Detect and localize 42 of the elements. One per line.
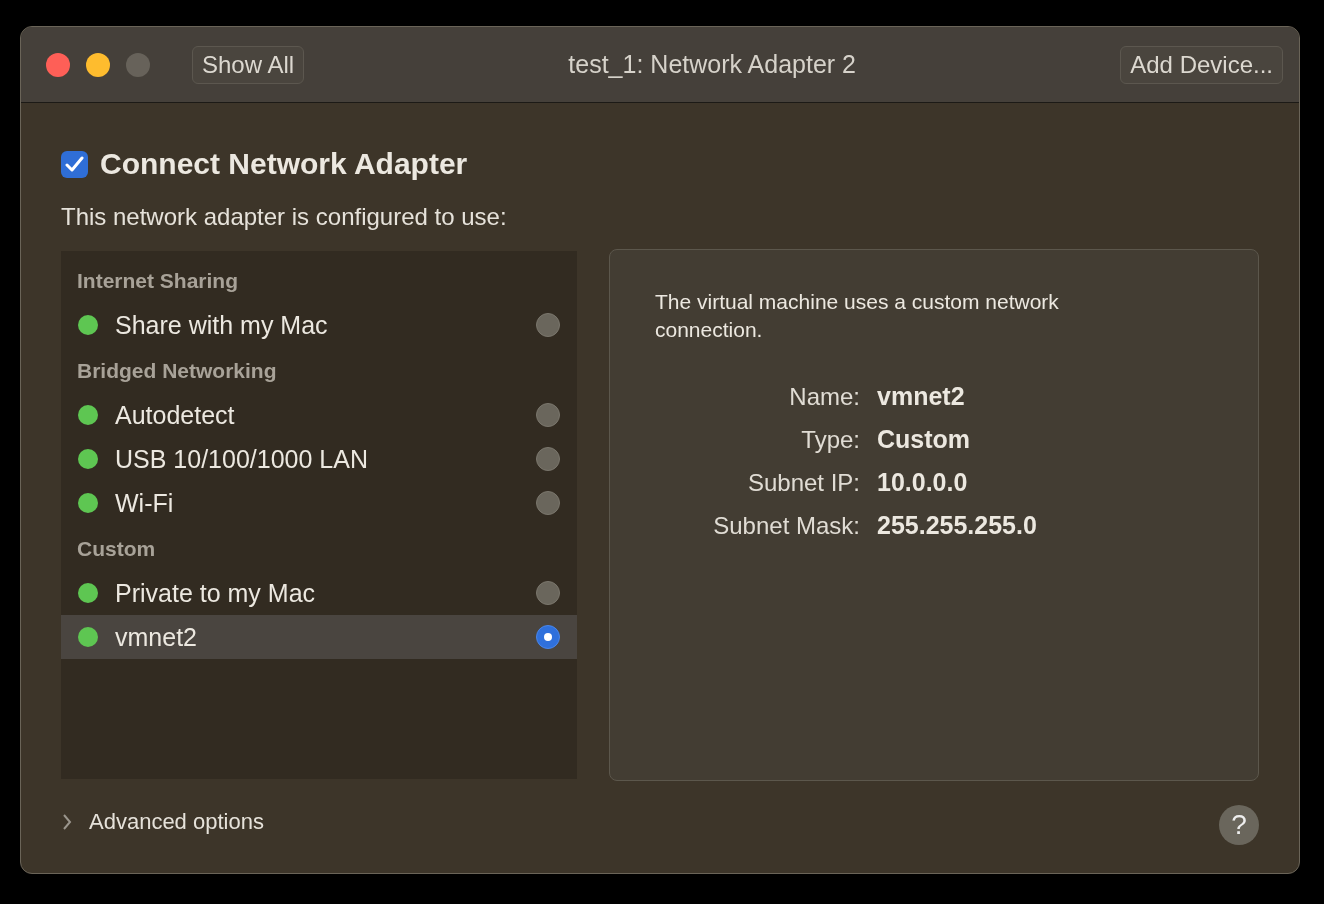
description-text: The virtual machine uses a custom network connection. [655,289,1060,343]
field-value: 10.0.0.0 [877,468,969,497]
radio-button[interactable] [536,625,560,649]
field-value: 255.255.255.0 [877,511,1038,540]
field-value: vmnet2 [877,382,966,411]
chevron-icon [61,813,73,831]
field-label: Subnet Mask: [712,512,860,540]
status-dot-icon [78,493,98,513]
advanced-options-toggle[interactable]: Advanced options [61,809,264,835]
help-button[interactable]: ? [1219,805,1259,845]
network-option[interactable]: Share with my Mac [61,303,577,347]
field-label: Name: [788,383,860,411]
close-icon[interactable] [46,52,70,77]
network-option[interactable]: Wi-Fi [61,481,577,525]
window-title: test_1: Network Adapter 2 [567,50,857,79]
radio-button[interactable] [536,491,560,515]
network-option[interactable]: USB 10/100/1000 LAN [61,437,577,481]
network-option[interactable]: Private to my Mac [61,571,577,615]
group-heading: Internet Sharing [76,269,240,294]
status-dot-icon [78,405,98,425]
status-dot-icon [78,315,98,335]
status-dot-icon [78,449,98,469]
status-dot-icon [78,583,98,603]
network-option[interactable]: Autodetect [61,393,577,437]
checkbox[interactable] [61,150,88,178]
field-value: Custom [877,425,972,454]
add-device-button[interactable]: Add Device... [1120,45,1283,84]
network-option[interactable]: vmnet2 [61,615,577,659]
checkbox-label: Connect Network Adapter [100,147,468,181]
radio-button[interactable] [536,581,560,605]
show-all-button[interactable]: Show All [192,45,305,84]
minimize-icon[interactable] [86,52,110,77]
group-heading: Bridged Networking [76,359,278,384]
radio-button[interactable] [536,403,560,427]
field-label: Type: [800,426,860,454]
zoom-icon[interactable] [126,52,150,77]
radio-button[interactable] [536,313,560,337]
radio-button[interactable] [536,447,560,471]
group-heading: Custom [76,537,157,562]
status-dot-icon [78,627,98,647]
intro-text: This network adapter is configured to use: [61,203,508,231]
field-label: Subnet IP: [746,469,860,497]
